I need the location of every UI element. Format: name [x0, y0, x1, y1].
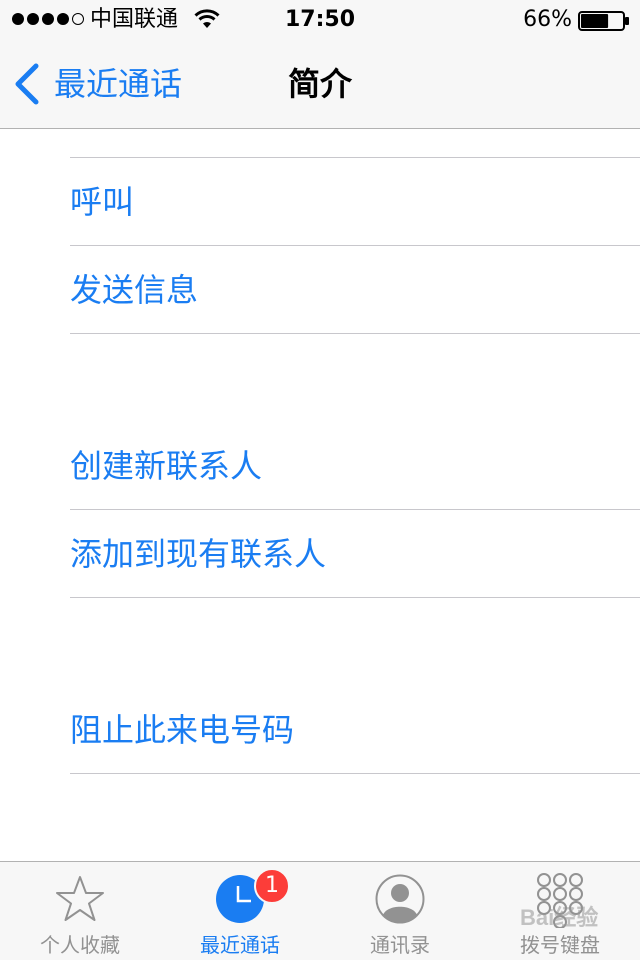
send-message-label: 发送信息: [70, 271, 199, 309]
block-caller-label: 阻止此来电号码: [70, 711, 295, 749]
call-label: 呼叫: [70, 183, 135, 221]
row-divider: [70, 597, 640, 598]
send-message-button[interactable]: 发送信息: [70, 260, 640, 320]
missed-calls-badge: 1: [254, 868, 290, 904]
watermark: Bai经验: [520, 905, 599, 930]
block-caller-button[interactable]: 阻止此来电号码: [70, 700, 640, 760]
add-to-existing-label: 添加到现有联系人: [70, 535, 327, 573]
create-contact-button[interactable]: 创建新联系人: [70, 436, 640, 496]
row-divider: [70, 157, 640, 158]
call-button[interactable]: 呼叫: [70, 172, 640, 232]
tab-label: 个人收藏: [40, 933, 120, 957]
star-icon: [56, 876, 104, 921]
tab-contacts[interactable]: 通讯录: [320, 862, 480, 960]
contacts-icon: [375, 874, 425, 924]
row-divider: [70, 333, 640, 334]
tab-label: 拨号键盘: [520, 933, 600, 957]
navigation-bar: 最近通话 简介: [0, 40, 640, 129]
create-contact-label: 创建新联系人: [70, 447, 263, 485]
page-title: 简介: [287, 65, 352, 103]
status-bar: 中国联通 17:50 66%: [0, 0, 640, 40]
row-divider: [70, 509, 640, 510]
tab-favorites[interactable]: 个人收藏: [0, 862, 160, 960]
row-divider: [70, 245, 640, 246]
contact-info-list: 呼叫 发送信息 创建新联系人 添加到现有联系人 阻止此来电号码: [0, 130, 640, 860]
tab-label: 最近通话: [200, 933, 280, 957]
add-to-existing-contact-button[interactable]: 添加到现有联系人: [70, 524, 640, 584]
tab-label: 通讯录: [370, 933, 430, 957]
row-divider: [70, 773, 640, 774]
battery-percentage: 66%: [523, 7, 572, 32]
tab-recents[interactable]: 1 最近通话: [160, 862, 320, 960]
battery-icon: [578, 11, 629, 31]
